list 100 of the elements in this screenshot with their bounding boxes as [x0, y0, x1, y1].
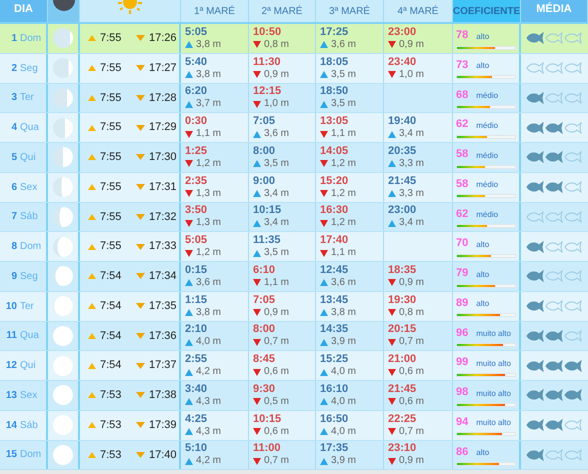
fish-icon: [564, 300, 582, 312]
fish-icon: [526, 181, 544, 194]
sunset-time: 17:39: [149, 418, 177, 433]
sunset-icon: [136, 154, 145, 160]
coefficient-label: alto: [476, 30, 490, 43]
coefficient-label: médio: [476, 90, 498, 102]
tide-time: 17:25: [320, 26, 350, 39]
up-triangle-icon: [320, 368, 328, 376]
down-triangle-icon: [320, 130, 328, 138]
down-triangle-icon: [388, 428, 396, 436]
tide-time: 9:00: [253, 174, 276, 188]
fish-icon: [564, 448, 582, 461]
sunrise-time: 7:54: [100, 269, 122, 284]
tide-time: 6:10: [253, 264, 276, 277]
day-number: 5: [10, 150, 17, 165]
tide-height: 0,6 m: [399, 396, 424, 408]
tide-height: 0,8 m: [399, 306, 424, 319]
tide-time: 8:45: [253, 353, 276, 366]
up-triangle-icon: [253, 250, 261, 257]
down-triangle-icon: [253, 279, 261, 286]
sunset-icon: [136, 392, 145, 398]
sunrise-icon: [88, 273, 96, 280]
fish-icon: [545, 270, 563, 282]
tide-height: 1,3 m: [196, 188, 222, 200]
sunrise-icon: [88, 35, 96, 42]
tide-height: 3,6 m: [331, 276, 356, 289]
coefficient-value: 58: [456, 147, 468, 162]
down-triangle-icon: [320, 160, 328, 168]
sunset-icon: [136, 35, 145, 42]
fish-icon: [526, 92, 544, 104]
tide-height: 4,0 m: [331, 396, 356, 408]
down-triangle-icon: [388, 309, 396, 316]
tide-time: 10:15: [253, 412, 282, 426]
tide-time: 3:50: [185, 204, 208, 218]
header-cell: 4ª MARÉ: [384, 0, 453, 22]
day-number: 2: [10, 62, 17, 76]
tide-height: 3,4 m: [399, 217, 424, 230]
sunset-icon: [136, 214, 145, 220]
up-triangle-icon: [320, 309, 328, 316]
fish-icon: [526, 210, 544, 223]
tide-time: 18:50: [320, 85, 350, 98]
up-triangle-icon: [320, 41, 328, 48]
header-cell: 2ª MARÉ: [249, 0, 316, 22]
weekday: Qui: [20, 359, 36, 374]
fish-icon: [564, 240, 582, 253]
sunrise-time: 7:54: [100, 328, 122, 344]
day-number: 11: [5, 329, 17, 344]
tide-time: 16:30: [320, 204, 350, 218]
fish-icon: [564, 330, 582, 342]
sunset-time: 17:29: [149, 120, 177, 136]
tide-height: 3,3 m: [399, 188, 424, 200]
fish-icon: [526, 32, 544, 44]
down-triangle-icon: [320, 220, 328, 227]
fish-icon: [545, 151, 563, 164]
tide-time: 5:10: [185, 442, 208, 456]
moon-phase-icon: [53, 206, 73, 227]
tide-height: 3,5 m: [264, 247, 290, 260]
tide-time: 16:10: [320, 382, 350, 396]
tide-height: 3,8 m: [196, 38, 222, 51]
tide-height: 3,7 m: [196, 98, 222, 110]
weekday: Seg: [20, 270, 38, 284]
tide-height: 1,2 m: [331, 188, 356, 200]
tide-time: 3:40: [185, 382, 208, 396]
day-number: 14: [4, 418, 17, 433]
sunrise-time: 7:53: [100, 418, 122, 433]
sunrise-icon: [88, 244, 96, 250]
up-triangle-icon: [185, 100, 193, 108]
down-triangle-icon: [185, 160, 193, 168]
tide-height: 1,2 m: [331, 158, 356, 170]
sunset-time: 17:35: [149, 298, 177, 314]
up-triangle-icon: [320, 398, 328, 406]
tide-height: 3,8 m: [196, 306, 222, 319]
sunset-icon: [136, 184, 145, 190]
up-triangle-icon: [185, 398, 193, 406]
moon-phase-icon: [53, 28, 73, 48]
fish-icon: [564, 270, 582, 282]
header-cell: COEFICIENTE: [453, 0, 521, 22]
tide-time: 18:35: [388, 264, 418, 277]
sunrise-icon: [88, 94, 96, 101]
tide-height: 1,1 m: [196, 128, 222, 140]
moon-phase-icon: [53, 356, 73, 376]
tide-time: 5:40: [185, 56, 208, 69]
coefficient-bar: [456, 284, 516, 288]
sunset-icon: [136, 422, 145, 428]
sunset-time: 17:31: [149, 180, 177, 195]
tide-time: 10:50: [253, 26, 282, 39]
down-triangle-icon: [253, 428, 261, 436]
sunrise-icon: [88, 184, 96, 190]
tide-time: 5:05: [185, 26, 208, 39]
tide-height: 3,9 m: [331, 336, 356, 348]
fish-icon: [545, 122, 563, 134]
up-triangle-icon: [320, 279, 328, 286]
tide-time: 23:10: [388, 442, 418, 456]
up-triangle-icon: [185, 279, 193, 286]
tide-time: 12:15: [253, 85, 282, 98]
sunset-icon: [136, 452, 145, 458]
coefficient-value: 73: [456, 58, 468, 73]
tide-time: 20:15: [388, 323, 418, 336]
down-triangle-icon: [253, 368, 261, 376]
coefficient-value: 78: [456, 28, 468, 44]
